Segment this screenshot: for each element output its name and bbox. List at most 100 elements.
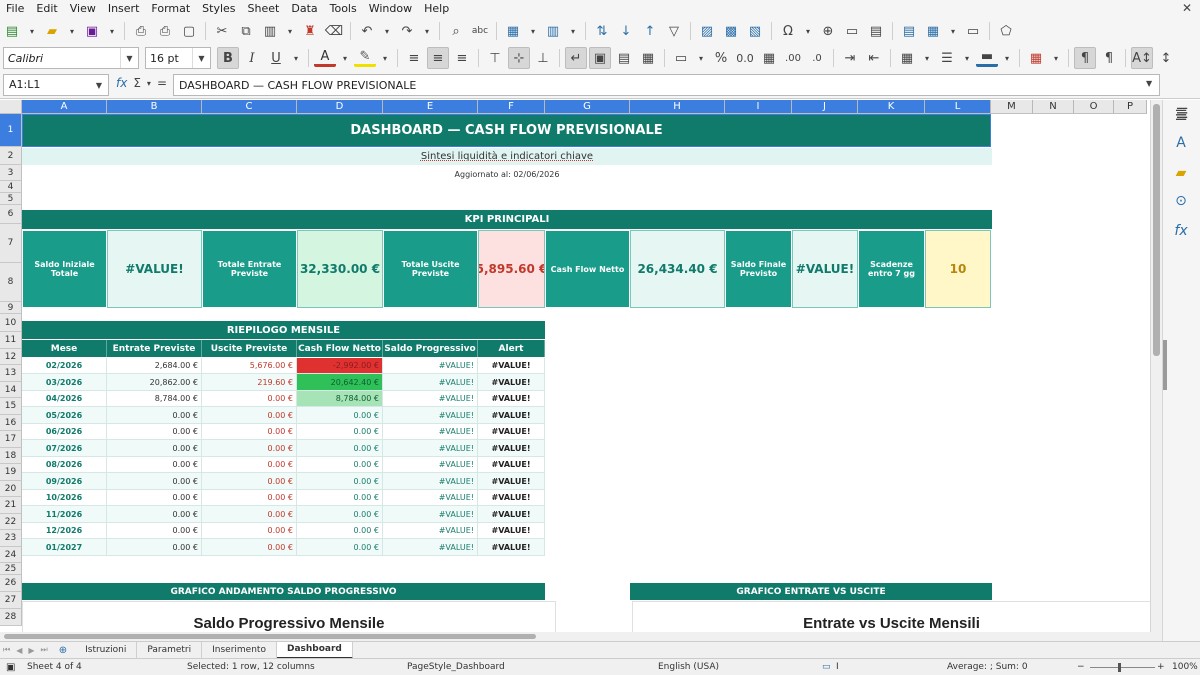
summary-col-uscite[interactable]: Uscite Previste [202, 340, 297, 357]
paste-dropdown-icon[interactable]: ▾ [283, 20, 297, 42]
tab-inserimento[interactable]: Inserimento [202, 641, 277, 659]
kpi-value-totale-uscite[interactable]: 5,895.60 € [478, 230, 545, 308]
summary-cell-alert[interactable]: #VALUE! [478, 358, 545, 374]
previous-sheet-icon[interactable]: ◀ [13, 646, 25, 655]
row-header-26[interactable]: 26 [0, 575, 22, 592]
document-modified-icon[interactable]: ▣ [6, 662, 15, 673]
summary-cell-saldo[interactable]: #VALUE! [383, 523, 478, 539]
split-window-icon[interactable]: ▭ [962, 20, 984, 42]
date-format-icon[interactable]: ▦ [758, 47, 780, 69]
align-bottom-icon[interactable]: ⊥ [532, 47, 554, 69]
summary-cell-cash-flow[interactable]: 0.00 € [297, 407, 383, 424]
chart-entrate-uscite[interactable]: Entrate vs Uscite Mensili [632, 601, 1150, 632]
dashboard-title[interactable]: DASHBOARD — CASH FLOW PREVISIONALE [22, 114, 991, 147]
special-character-dropdown-icon[interactable]: ▾ [801, 20, 815, 42]
sum-dropdown-icon[interactable]: ▾ [147, 79, 151, 88]
column-dropdown-icon[interactable]: ▾ [566, 20, 580, 42]
summary-cell-month[interactable]: 09/2026 [22, 473, 107, 490]
summary-cell-saldo[interactable]: #VALUE! [383, 358, 478, 374]
summary-cell-alert[interactable]: #VALUE! [478, 473, 545, 490]
autofilter-icon[interactable]: ▽ [663, 20, 685, 42]
font-color-dropdown-icon[interactable]: ▾ [338, 47, 352, 69]
print-icon[interactable]: ⎙ [154, 20, 176, 42]
sort-ascending-icon[interactable]: ↓ [615, 20, 637, 42]
column-header-m[interactable]: M [991, 100, 1033, 114]
summary-cell-uscite[interactable]: 0.00 € [202, 539, 297, 556]
left-to-right-icon[interactable]: ¶ [1074, 47, 1096, 69]
summary-cell-entrate[interactable]: 0.00 € [107, 539, 202, 556]
row-header-14[interactable]: 14 [0, 382, 22, 398]
summary-cell-saldo[interactable]: #VALUE! [383, 374, 478, 391]
summary-cell-saldo[interactable]: #VALUE! [383, 473, 478, 490]
pivot-table-icon[interactable]: ▧ [744, 20, 766, 42]
functions-icon[interactable]: fx [1162, 223, 1200, 239]
column-header-i[interactable]: I [725, 100, 792, 114]
column-header-d[interactable]: D [297, 100, 383, 114]
summary-cell-uscite[interactable]: 5,676.00 € [202, 358, 297, 374]
column-header-g[interactable]: G [545, 100, 630, 114]
spellcheck-icon[interactable]: abc [469, 20, 491, 42]
formula-input[interactable]: DASHBOARD — CASH FLOW PREVISIONALE [173, 74, 1160, 96]
summary-cell-uscite[interactable]: 0.00 € [202, 391, 297, 407]
font-size-combo[interactable]: 16 pt ▼ [145, 47, 211, 69]
redo-icon[interactable]: ↷ [396, 20, 418, 42]
summary-cell-cash-flow[interactable]: 0.00 € [297, 473, 383, 490]
menu-edit[interactable]: Edit [30, 2, 63, 15]
text-orientation-icon[interactable]: A↕ [1131, 47, 1153, 69]
column-header-h[interactable]: H [630, 100, 725, 114]
expand-formula-bar-icon[interactable]: ▼ [1146, 79, 1152, 88]
summary-cell-entrate[interactable]: 0.00 € [107, 523, 202, 539]
summary-cell-saldo[interactable]: #VALUE! [383, 424, 478, 440]
open-dropdown-icon[interactable]: ▾ [65, 20, 79, 42]
define-print-area-icon[interactable]: ▤ [898, 20, 920, 42]
sum-icon[interactable]: Σ [133, 76, 141, 90]
menu-tools[interactable]: Tools [324, 2, 363, 15]
summary-cell-entrate[interactable]: 20,862.00 € [107, 374, 202, 391]
row-header-1[interactable]: 1 [0, 114, 22, 147]
styles-icon[interactable]: A [1162, 135, 1200, 151]
tab-dashboard[interactable]: Dashboard [276, 641, 353, 659]
summary-cell-entrate[interactable]: 0.00 € [107, 407, 202, 424]
summary-cell-cash-flow[interactable]: 0.00 € [297, 457, 383, 473]
gallery-icon[interactable]: ▰ [1162, 165, 1200, 181]
highlight-color-icon[interactable]: ✎ [354, 49, 376, 67]
summary-cell-cash-flow[interactable]: 0.00 € [297, 539, 383, 556]
row-header-20[interactable]: 20 [0, 481, 22, 497]
border-style-dropdown-icon[interactable]: ▾ [960, 47, 974, 69]
summary-cell-cash-flow[interactable]: -2,992.00 € [297, 358, 383, 374]
zoom-in-icon[interactable]: + [1157, 662, 1165, 672]
summary-cell-saldo[interactable]: #VALUE! [383, 490, 478, 506]
currency-dropdown-icon[interactable]: ▾ [694, 47, 708, 69]
spreadsheet-grid[interactable]: ABCDEFGHIJKLMNOP 1 2 3 4 5 6 7 8 9 10 11 12 13 14 15 16… [0, 100, 1150, 632]
summary-cell-saldo[interactable]: #VALUE! [383, 506, 478, 523]
summary-cell-month[interactable]: 05/2026 [22, 407, 107, 424]
row-header-8[interactable]: 8 [0, 263, 22, 302]
summary-cell-entrate[interactable]: 2,684.00 € [107, 358, 202, 374]
align-middle-icon[interactable]: ⊹ [508, 47, 530, 69]
close-document-icon[interactable]: ✕ [1182, 1, 1192, 15]
properties-icon[interactable]: ☰ [1162, 108, 1200, 124]
tab-istruzioni[interactable]: Istruzioni [75, 641, 138, 659]
italic-button[interactable]: I [241, 47, 263, 69]
menu-view[interactable]: View [64, 2, 102, 15]
row-header-18[interactable]: 18 [0, 448, 22, 464]
new-document-icon[interactable]: ▤ [1, 20, 23, 42]
last-sheet-icon[interactable]: ⏭ [38, 645, 51, 655]
column-icon[interactable]: ▥ [542, 20, 564, 42]
summary-cell-entrate[interactable]: 0.00 € [107, 473, 202, 490]
increase-indent-icon[interactable]: ⇥ [839, 47, 861, 69]
redo-dropdown-icon[interactable]: ▾ [420, 20, 434, 42]
decrease-indent-icon[interactable]: ⇤ [863, 47, 885, 69]
summary-cell-uscite[interactable]: 0.00 € [202, 457, 297, 473]
wrap-text-icon[interactable]: ↵ [565, 47, 587, 69]
summary-cell-cash-flow[interactable]: 0.00 € [297, 523, 383, 539]
save-icon[interactable]: ▣ [81, 20, 103, 42]
column-header-j[interactable]: J [792, 100, 858, 114]
row-header-2[interactable]: 2 [0, 147, 22, 165]
row-header-24[interactable]: 24 [0, 547, 22, 563]
summary-cell-alert[interactable]: #VALUE! [478, 424, 545, 440]
copy-icon[interactable]: ⧉ [235, 20, 257, 42]
chevron-down-icon[interactable]: ▼ [120, 48, 138, 68]
summary-col-cash-flow[interactable]: Cash Flow Netto [297, 340, 383, 357]
formula-equals-icon[interactable]: = [157, 76, 167, 90]
